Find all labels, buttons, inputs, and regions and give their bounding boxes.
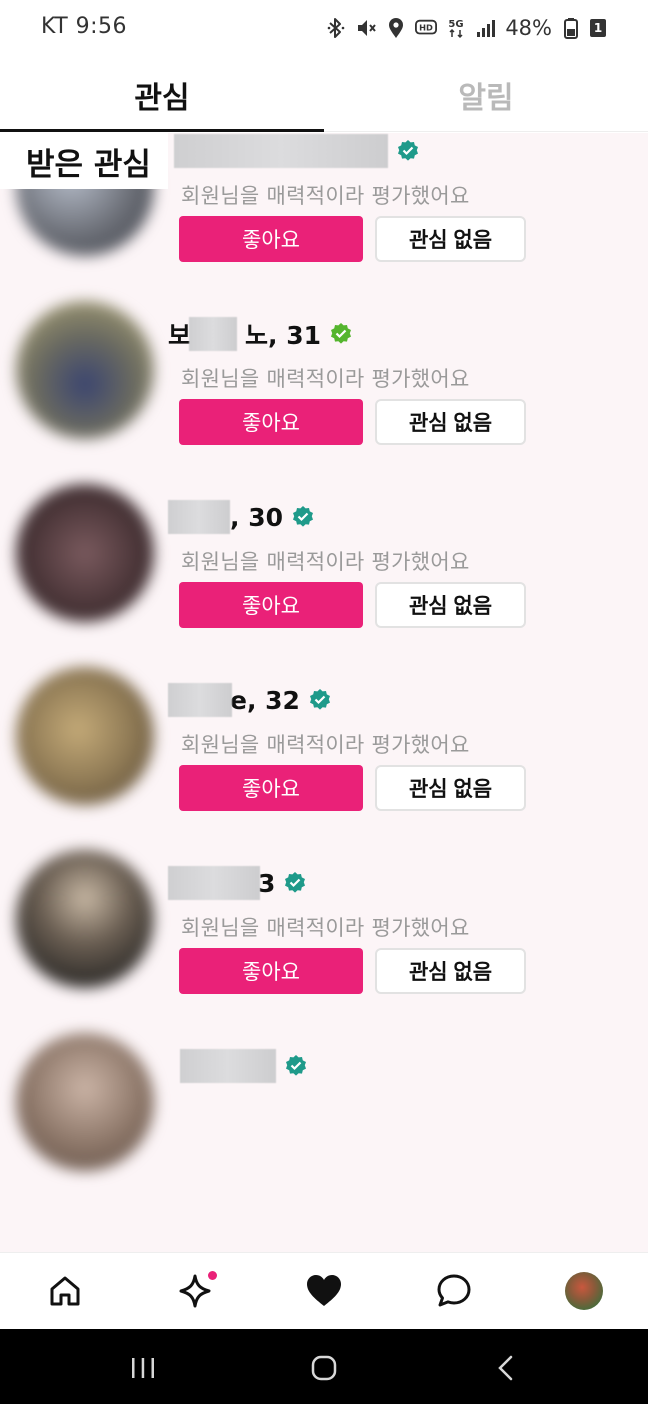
status-carrier-time: KT 9:56 [41,14,128,39]
system-home-button[interactable] [309,1353,339,1383]
recent-apps-icon [132,1358,154,1378]
not-interested-button[interactable]: 관심 없음 [375,948,526,994]
name-row: e, 32 [168,683,332,717]
name-prefix: 보 [168,321,192,350]
nav-home[interactable] [45,1271,85,1311]
not-interested-button[interactable]: 관심 없음 [375,216,526,262]
battery-icon [560,17,582,39]
name-suffix: 3 [258,868,276,898]
name-row: , 30 [168,500,315,534]
avatar[interactable] [16,850,154,988]
blurred-name [168,866,260,900]
vibrate-icon [355,17,377,39]
blurred-name [168,500,230,534]
tab-bar: 관심 알림 [0,58,648,132]
subtitle: 회원님을 매력적이라 평가했어요 [181,184,470,208]
name-row: 보 노, 31 [168,317,353,351]
list-item: , 30 회원님을 매력적이라 평가했어요 좋아요 관심 없음 [0,454,648,637]
section-header: 받은 관심 [0,133,168,189]
bottom-nav [0,1252,648,1329]
nav-discover[interactable] [175,1271,217,1311]
not-interested-button[interactable]: 관심 없음 [375,765,526,811]
tab-notifications[interactable]: 알림 [324,58,648,131]
sim-slot-badge: 1 [590,19,606,37]
blurred-name [174,134,388,168]
back-button[interactable] [491,1353,521,1383]
list-item: 3 회원님을 매력적이라 평가했어요 좋아요 관심 없음 [0,820,648,1003]
name-suffix: , 30 [230,502,283,532]
heart-icon [307,1275,341,1306]
list-item: 보 노, 31 회원님을 매력적이라 평가했어요 좋아요 관심 없음 [0,271,648,454]
battery-percent: 48% [505,16,552,40]
avatar[interactable] [16,484,154,622]
signal-icon [475,17,497,39]
home-circle-icon [311,1355,337,1381]
section-title: 받은 관심 [26,146,151,183]
list-item [0,1003,648,1186]
tab-interest[interactable]: 관심 [0,58,324,132]
bluetooth-icon [325,17,347,39]
nav-interest[interactable] [304,1271,344,1311]
status-icons: HD 5G 48% 1 [325,13,606,43]
blurred-name [168,683,232,717]
blurred-name [180,1049,276,1083]
name-row [168,134,420,168]
system-nav-bar [0,1329,648,1404]
hd-icon: HD [415,17,438,39]
svg-text:5G: 5G [449,19,464,30]
nav-profile[interactable] [564,1271,604,1311]
subtitle: 회원님을 매력적이라 평가했어요 [181,916,470,940]
received-interest-list[interactable]: 받은 관심 회원님을 매력적이라 평가했어요 좋아요 관심 없음 회원님을 매력… [0,133,648,1252]
notification-dot [208,1271,217,1280]
verified-badge-icon [284,1054,308,1078]
avatar[interactable] [16,301,154,439]
name-suffix: e, 32 [230,685,300,715]
avatar[interactable] [16,667,154,805]
chat-icon [437,1274,471,1307]
back-icon [498,1355,513,1381]
verified-badge-icon [329,322,353,346]
like-button[interactable]: 좋아요 [179,948,363,994]
status-bar: KT 9:56 HD 5G 48% 1 [0,0,648,58]
verified-badge-icon [291,505,315,529]
profile-avatar [565,1272,603,1310]
like-button[interactable]: 좋아요 [179,399,363,445]
recent-apps-button[interactable] [128,1353,158,1383]
like-button[interactable]: 좋아요 [179,582,363,628]
card-list: 회원님을 매력적이라 평가했어요 좋아요 관심 없음 회원님을 매력적이라 평가… [0,133,648,1186]
verified-badge-icon [396,139,420,163]
subtitle: 회원님을 매력적이라 평가했어요 [181,733,470,757]
blurred-name [189,317,238,351]
name-suffix: 노, 31 [245,321,322,350]
subtitle: 회원님을 매력적이라 평가했어요 [181,367,470,391]
not-interested-button[interactable]: 관심 없음 [375,399,526,445]
5g-icon: 5G [445,17,467,39]
verified-badge-icon [283,871,307,895]
svg-text:HD: HD [419,23,433,33]
nav-chat[interactable] [434,1271,474,1311]
verified-badge-icon [308,688,332,712]
avatar[interactable] [16,1033,154,1171]
list-item: e, 32 회원님을 매력적이라 평가했어요 좋아요 관심 없음 [0,637,648,820]
location-icon [385,17,407,39]
name-row: 3 [168,866,307,900]
subtitle: 회원님을 매력적이라 평가했어요 [181,550,470,574]
name-row [168,1049,308,1083]
like-button[interactable]: 좋아요 [179,216,363,262]
not-interested-button[interactable]: 관심 없음 [375,582,526,628]
home-icon [50,1276,80,1306]
like-button[interactable]: 좋아요 [179,765,363,811]
